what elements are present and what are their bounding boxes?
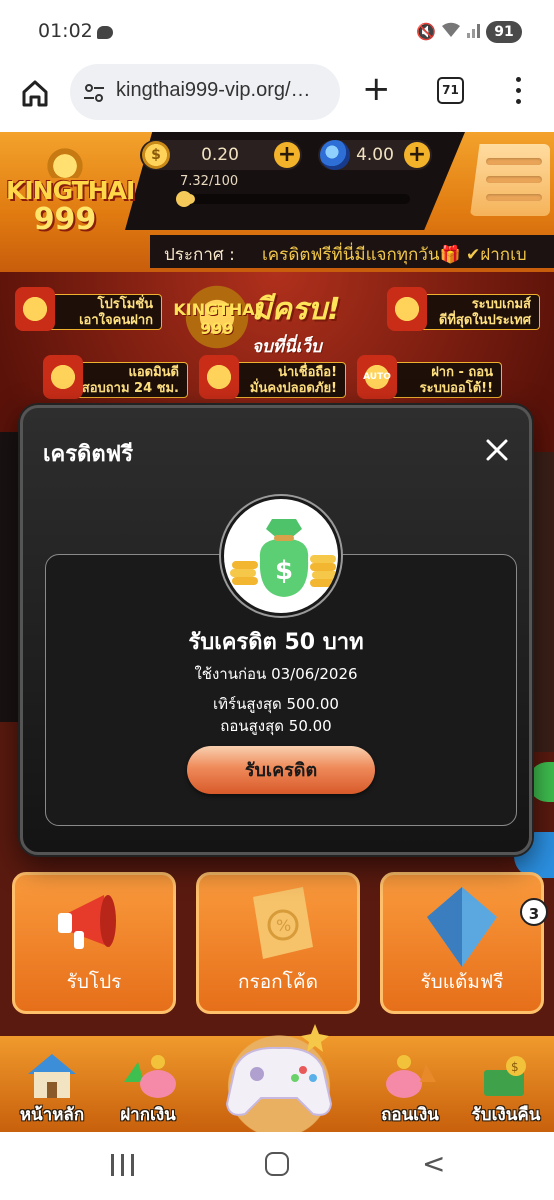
money-bag-icon: $ xyxy=(221,496,341,616)
modal-title: เครดิตฟรี xyxy=(43,442,134,467)
system-navigation-bar: < xyxy=(0,1132,554,1200)
svg-text:$: $ xyxy=(275,556,293,586)
claim-credit-button[interactable]: รับเครดิต xyxy=(187,746,375,794)
modal-overlay: เครดิตฟรี $ รับเครดิต 50 บาท ใช้งานก่อน … xyxy=(0,0,554,1132)
claim-credit-title: รับเครดิต 50 บาท xyxy=(188,630,364,655)
close-icon[interactable] xyxy=(483,436,511,464)
max-withdraw-text: ถอนสูงสุด 50.00 xyxy=(220,717,332,735)
recent-apps-icon[interactable] xyxy=(111,1154,135,1176)
max-turnover-text: เทิร์นสูงสุด 500.00 xyxy=(213,695,339,713)
back-icon[interactable]: < xyxy=(422,1150,445,1178)
free-credit-modal: เครดิตฟรี $ รับเครดิต 50 บาท ใช้งานก่อน … xyxy=(20,405,532,855)
expiry-date-text: ใช้งานก่อน 03/06/2026 xyxy=(194,665,358,683)
system-home-icon[interactable] xyxy=(265,1152,289,1176)
